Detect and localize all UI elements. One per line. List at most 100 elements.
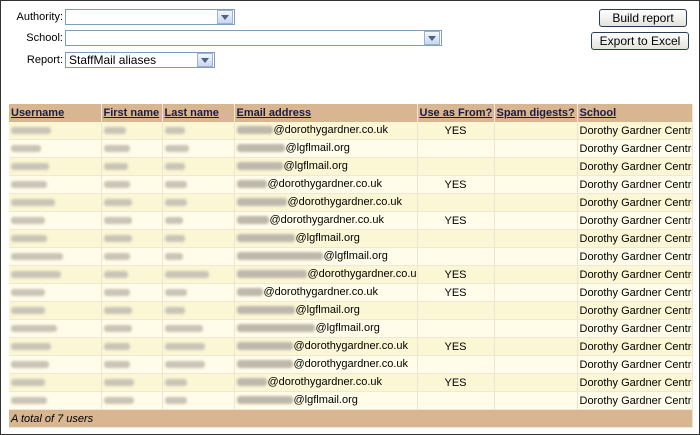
column-header-link[interactable]: Email address — [237, 107, 312, 119]
spam-digests-cell — [494, 319, 578, 338]
chevron-down-icon[interactable] — [424, 31, 440, 45]
email-domain: @lgflmail.org — [295, 304, 360, 316]
school-cell: Dorothy Gardner Centre — [577, 355, 693, 374]
redacted-text — [164, 181, 187, 189]
redacted-text — [103, 163, 128, 171]
column-header-link[interactable]: Spam digests? — [497, 107, 575, 119]
redacted-text — [164, 127, 185, 135]
redacted-text — [164, 325, 203, 333]
spam-digests-cell — [494, 139, 578, 158]
email-cell: @lgflmail.org — [234, 157, 418, 176]
redacted-text — [164, 253, 183, 261]
redacted-text — [103, 181, 130, 189]
last-name-cell — [162, 193, 235, 212]
table-row: @lgflmail.org Dorothy Gardner Centre — [9, 157, 693, 176]
column-header-school[interactable]: School — [577, 104, 693, 122]
username-cell — [9, 157, 102, 176]
table-footer-row: A total of 7 users — [9, 409, 693, 428]
email-domain: @dorothygardner.co.uk — [307, 268, 417, 280]
redacted-text — [11, 397, 47, 405]
use-as-from-cell: YES — [417, 175, 495, 194]
last-name-cell — [162, 355, 235, 374]
email-domain: @dorothygardner.co.uk — [269, 214, 385, 226]
first-name-cell — [101, 337, 163, 356]
build-report-button[interactable]: Build report — [599, 9, 687, 27]
redacted-text — [11, 325, 57, 333]
email-cell: @lgflmail.org — [234, 391, 418, 410]
column-header-link[interactable]: Use as From? — [420, 107, 493, 119]
column-header-link[interactable]: Last name — [165, 107, 219, 119]
use-as-from-cell: YES — [417, 122, 495, 140]
email-domain: @dorothygardner.co.uk — [267, 178, 383, 190]
table-row: @lgflmail.org Dorothy Gardner Centre — [9, 247, 693, 266]
column-header-username[interactable]: Username — [9, 104, 102, 122]
column-header-first-name[interactable]: First name — [101, 104, 163, 122]
column-header-spam-digests[interactable]: Spam digests? — [494, 104, 578, 122]
redacted-text — [103, 361, 130, 369]
use-as-from-cell — [417, 391, 495, 410]
spam-digests-cell — [494, 301, 578, 320]
email-cell: @dorothygardner.co.uk — [234, 122, 418, 140]
authority-select[interactable] — [65, 9, 235, 25]
email-domain: @lgflmail.org — [295, 232, 360, 244]
first-name-cell — [101, 265, 163, 284]
email-cell: @lgflmail.org — [234, 247, 418, 266]
school-cell: Dorothy Gardner Centre — [577, 301, 693, 320]
redacted-text — [103, 127, 126, 135]
email-address: @dorothygardner.co.uk — [236, 286, 378, 298]
use-as-from-cell — [417, 319, 495, 338]
column-header-use-as-from[interactable]: Use as From? — [417, 104, 495, 122]
table-row: @lgflmail.org Dorothy Gardner Centre — [9, 301, 693, 320]
redacted-text — [11, 379, 45, 387]
chevron-down-icon[interactable] — [217, 10, 233, 24]
use-as-from-cell — [417, 229, 495, 248]
last-name-cell — [162, 373, 235, 392]
school-cell: Dorothy Gardner Centre — [577, 337, 693, 356]
chevron-down-icon[interactable] — [197, 53, 213, 67]
school-select[interactable] — [65, 30, 442, 46]
spam-digests-cell — [494, 391, 578, 410]
email-domain: @lgflmail.org — [323, 250, 388, 262]
use-as-from-cell — [417, 355, 495, 374]
redacted-text — [236, 162, 283, 170]
last-name-cell — [162, 247, 235, 266]
email-cell: @dorothygardner.co.uk — [234, 283, 418, 302]
email-domain: @lgflmail.org — [293, 394, 358, 406]
last-name-cell — [162, 211, 235, 230]
email-address: @lgflmail.org — [236, 322, 380, 334]
export-excel-button[interactable]: Export to Excel — [591, 32, 689, 50]
email-address: @dorothygardner.co.uk — [236, 340, 408, 352]
school-label: School: — [26, 32, 63, 44]
spam-digests-cell — [494, 211, 578, 230]
redacted-text — [103, 217, 132, 225]
last-name-cell — [162, 391, 235, 410]
redacted-text — [11, 181, 47, 189]
email-cell: @dorothygardner.co.uk — [234, 355, 418, 374]
username-cell — [9, 355, 102, 374]
email-cell: @lgflmail.org — [234, 139, 418, 158]
use-as-from-cell — [417, 247, 495, 266]
last-name-cell — [162, 337, 235, 356]
column-header-link[interactable]: Username — [11, 107, 64, 119]
column-header-link[interactable]: First name — [104, 107, 160, 119]
use-as-from-cell: YES — [417, 265, 495, 284]
email-address: @lgflmail.org — [236, 250, 388, 262]
first-name-cell — [101, 139, 163, 158]
table-row: @dorothygardner.co.uk YES Dorothy Gardner … — [9, 122, 693, 140]
column-header-last-name[interactable]: Last name — [162, 104, 235, 122]
redacted-text — [11, 235, 47, 243]
redacted-text — [236, 234, 295, 242]
first-name-cell — [101, 229, 163, 248]
last-name-cell — [162, 229, 235, 248]
school-cell: Dorothy Gardner Centre — [577, 139, 693, 158]
column-header-link[interactable]: School — [580, 107, 617, 119]
report-select[interactable]: StaffMail aliases — [65, 52, 215, 68]
table-row: @lgflmail.org Dorothy Gardner Centre — [9, 391, 693, 410]
table-row: @lgflmail.org Dorothy Gardner Centre — [9, 229, 693, 248]
school-cell: Dorothy Gardner Centre — [577, 122, 693, 140]
username-cell — [9, 211, 102, 230]
email-address: @lgflmail.org — [236, 160, 348, 172]
email-address: @lgflmail.org — [236, 304, 360, 316]
column-header-email-address[interactable]: Email address — [234, 104, 418, 122]
first-name-cell — [101, 355, 163, 374]
